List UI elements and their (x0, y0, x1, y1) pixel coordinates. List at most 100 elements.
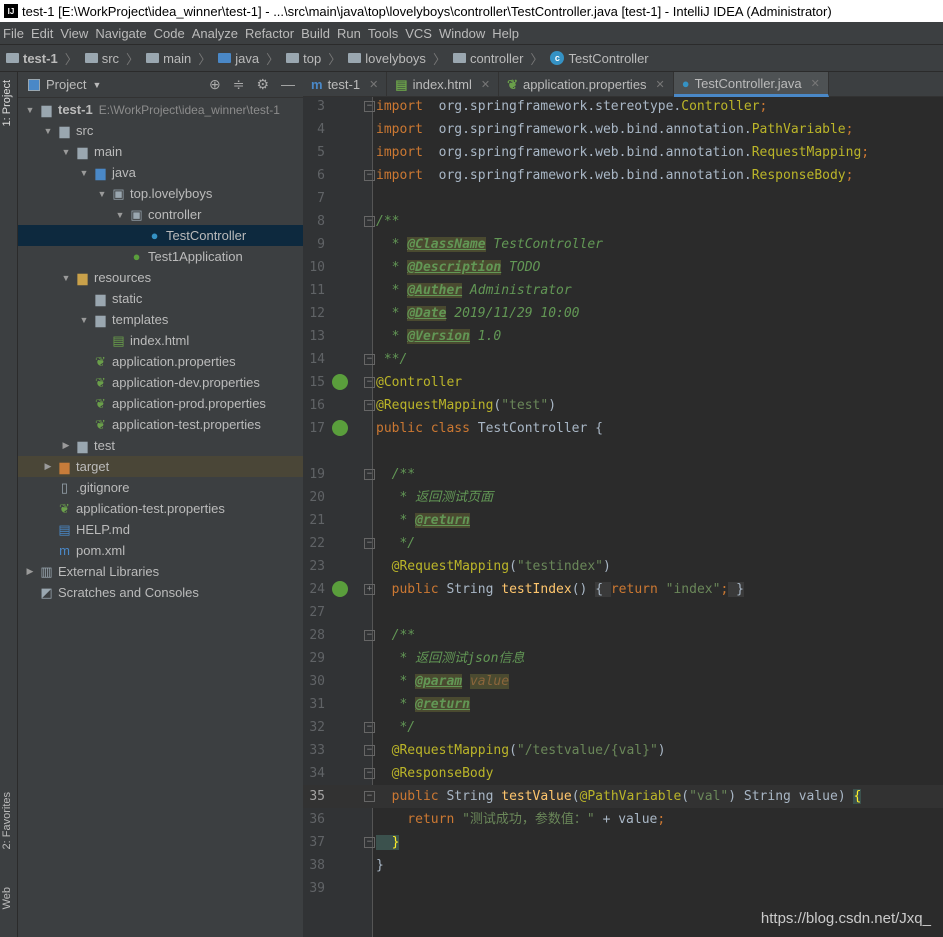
tree-item-application-test-properties[interactable]: ❦ application-test.properties (18, 414, 303, 435)
collapse-fold-icon[interactable]: − (364, 354, 375, 365)
menu-window[interactable]: Window (436, 26, 489, 41)
menu-code[interactable]: Code (151, 26, 189, 41)
tree-item-scratches-and-consoles[interactable]: ◩ Scratches and Consoles (18, 582, 303, 603)
breadcrumb-item[interactable]: controller 〉 (452, 49, 546, 68)
tree-item-main[interactable]: ▼ ▆ main (18, 141, 303, 162)
expanded-arrow-icon[interactable]: ▼ (97, 189, 107, 199)
tree-item-path: E:\WorkProject\idea_winner\test-1 (98, 103, 280, 117)
collapse-fold-icon[interactable]: − (364, 170, 375, 181)
code-token: return (376, 812, 463, 827)
collapse-fold-icon[interactable]: − (364, 630, 375, 641)
code-token: 2019/11/29 10:00 (446, 306, 580, 321)
menu-build[interactable]: Build (298, 26, 334, 41)
breadcrumb-item[interactable]: main 〉 (146, 49, 214, 68)
chevron-down-icon[interactable]: ▼ (92, 80, 101, 90)
collapsed-arrow-icon[interactable]: ▶ (61, 440, 71, 451)
menu-file[interactable]: File (0, 26, 28, 41)
expand-fold-icon[interactable]: + (364, 584, 375, 595)
tree-item--gitignore[interactable]: ▯ .gitignore (18, 477, 303, 498)
breadcrumb-item[interactable]: src 〉 (84, 49, 142, 68)
collapse-fold-icon[interactable]: − (364, 400, 375, 411)
tree-item-application-test-properties[interactable]: ❦ application-test.properties (18, 498, 303, 519)
collapse-fold-icon[interactable]: − (364, 538, 375, 549)
tab-testcontroller-java[interactable]: ● TestController.java ✕ (673, 72, 829, 97)
tree-item-external-libraries[interactable]: ▶ ▥ External Libraries (18, 561, 303, 582)
code-token: testIndex (501, 582, 572, 597)
menu-help[interactable]: Help (489, 26, 523, 41)
tree-item-index-html[interactable]: ▤ index.html (18, 330, 303, 351)
tab-index-html[interactable]: ▤ index.html ✕ (387, 72, 500, 97)
tree-item-static[interactable]: ▆ static (18, 288, 303, 309)
tree-item-java[interactable]: ▼ ▆ java (18, 162, 303, 183)
menu-navigate[interactable]: Navigate (92, 26, 150, 41)
collapse-fold-icon[interactable]: − (364, 791, 375, 802)
spring-class-icon[interactable] (332, 420, 348, 436)
collapse-fold-icon[interactable]: − (364, 745, 375, 756)
menu-run[interactable]: Run (334, 26, 365, 41)
collapse-fold-icon[interactable]: − (364, 722, 375, 733)
collapsed-arrow-icon[interactable]: ▶ (43, 461, 53, 472)
tree-item-testcontroller[interactable]: ● TestController (18, 225, 303, 246)
close-tab-icon[interactable]: ✕ (369, 78, 378, 91)
close-tab-icon[interactable]: ✕ (811, 77, 820, 90)
close-tab-icon[interactable]: ✕ (481, 78, 490, 91)
tree-item-controller[interactable]: ▼ ▣ controller (18, 204, 303, 225)
menu-tools[interactable]: Tools (365, 26, 402, 41)
menu-refactor[interactable]: Refactor (242, 26, 298, 41)
breadcrumb-item[interactable]: top 〉 (286, 49, 344, 68)
tree-item-name: test (94, 438, 115, 453)
code-token: String (446, 582, 502, 597)
line-number: 3 (317, 99, 325, 114)
collapsed-arrow-icon[interactable]: ▶ (25, 566, 35, 577)
collapse-all-icon[interactable]: ≑ (233, 76, 245, 93)
tree-item-templates[interactable]: ▼ ▆ templates (18, 309, 303, 330)
web-tool-tab[interactable]: Web (1, 887, 13, 909)
hide-icon[interactable]: — (281, 76, 295, 93)
collapse-fold-icon[interactable]: − (364, 837, 375, 848)
expanded-arrow-icon[interactable]: ▼ (115, 210, 125, 220)
expanded-arrow-icon[interactable]: ▼ (25, 105, 35, 115)
tree-item-test-1[interactable]: ▼ ▆ test-1 E:\WorkProject\idea_winner\test-… (18, 99, 303, 120)
menu-analyze[interactable]: Analyze (189, 26, 242, 41)
breadcrumb-item[interactable]: test-1 〉 (6, 49, 81, 68)
tree-item-application-prod-properties[interactable]: ❦ application-prod.properties (18, 393, 303, 414)
tree-item-test1application[interactable]: ● Test1Application (18, 246, 303, 267)
expanded-arrow-icon[interactable]: ▼ (43, 126, 53, 136)
tree-item-application-dev-properties[interactable]: ❦ application-dev.properties (18, 372, 303, 393)
spring-bean-icon[interactable] (332, 374, 348, 390)
collapse-fold-icon[interactable]: − (364, 377, 375, 388)
collapse-fold-icon[interactable]: − (364, 469, 375, 480)
expanded-arrow-icon[interactable]: ▼ (61, 273, 71, 283)
tree-item-top-lovelyboys[interactable]: ▼ ▣ top.lovelyboys (18, 183, 303, 204)
tree-item-pom-xml[interactable]: m pom.xml (18, 540, 303, 561)
locate-icon[interactable]: ⊕ (209, 76, 221, 93)
tab-test-1[interactable]: m test-1 ✕ (303, 72, 388, 97)
menu-edit[interactable]: Edit (28, 26, 57, 41)
tree-item-resources[interactable]: ▼ ▆ resources (18, 267, 303, 288)
project-view-selector[interactable]: Project (46, 77, 86, 92)
close-tab-icon[interactable]: ✕ (656, 78, 665, 91)
tree-item-help-md[interactable]: ▤ HELP.md (18, 519, 303, 540)
breadcrumb-item[interactable]: java 〉 (218, 49, 282, 68)
favorites-tool-tab[interactable]: 2: Favorites (1, 792, 13, 849)
spring-web-icon[interactable] (332, 581, 348, 597)
tree-item-test[interactable]: ▶ ▆ test (18, 435, 303, 456)
expanded-arrow-icon[interactable]: ▼ (79, 315, 89, 325)
left-tool-strip: 1: Project 2: Favorites Web (0, 72, 18, 937)
tree-item-application-properties[interactable]: ❦ application.properties (18, 351, 303, 372)
code-area[interactable]: 3− import org.springframework.stereotype.… (303, 97, 943, 937)
menu-vcs[interactable]: VCS (402, 26, 436, 41)
breadcrumb-item[interactable]: c TestController (550, 51, 649, 66)
tab-application-properties[interactable]: ❦ application.properties ✕ (499, 72, 674, 97)
menu-view[interactable]: View (57, 26, 92, 41)
expanded-arrow-icon[interactable]: ▼ (79, 168, 89, 178)
gear-icon[interactable]: ⚙ (256, 76, 269, 93)
expanded-arrow-icon[interactable]: ▼ (61, 147, 71, 157)
collapse-fold-icon[interactable]: − (364, 768, 375, 779)
project-tool-tab[interactable]: 1: Project (1, 80, 13, 126)
tree-item-target[interactable]: ▶ ▆ target (18, 456, 303, 477)
breadcrumb-item[interactable]: lovelyboys 〉 (348, 49, 449, 68)
collapse-fold-icon[interactable]: − (364, 216, 375, 227)
collapse-fold-icon[interactable]: − (364, 101, 375, 112)
tree-item-src[interactable]: ▼ ▆ src (18, 120, 303, 141)
